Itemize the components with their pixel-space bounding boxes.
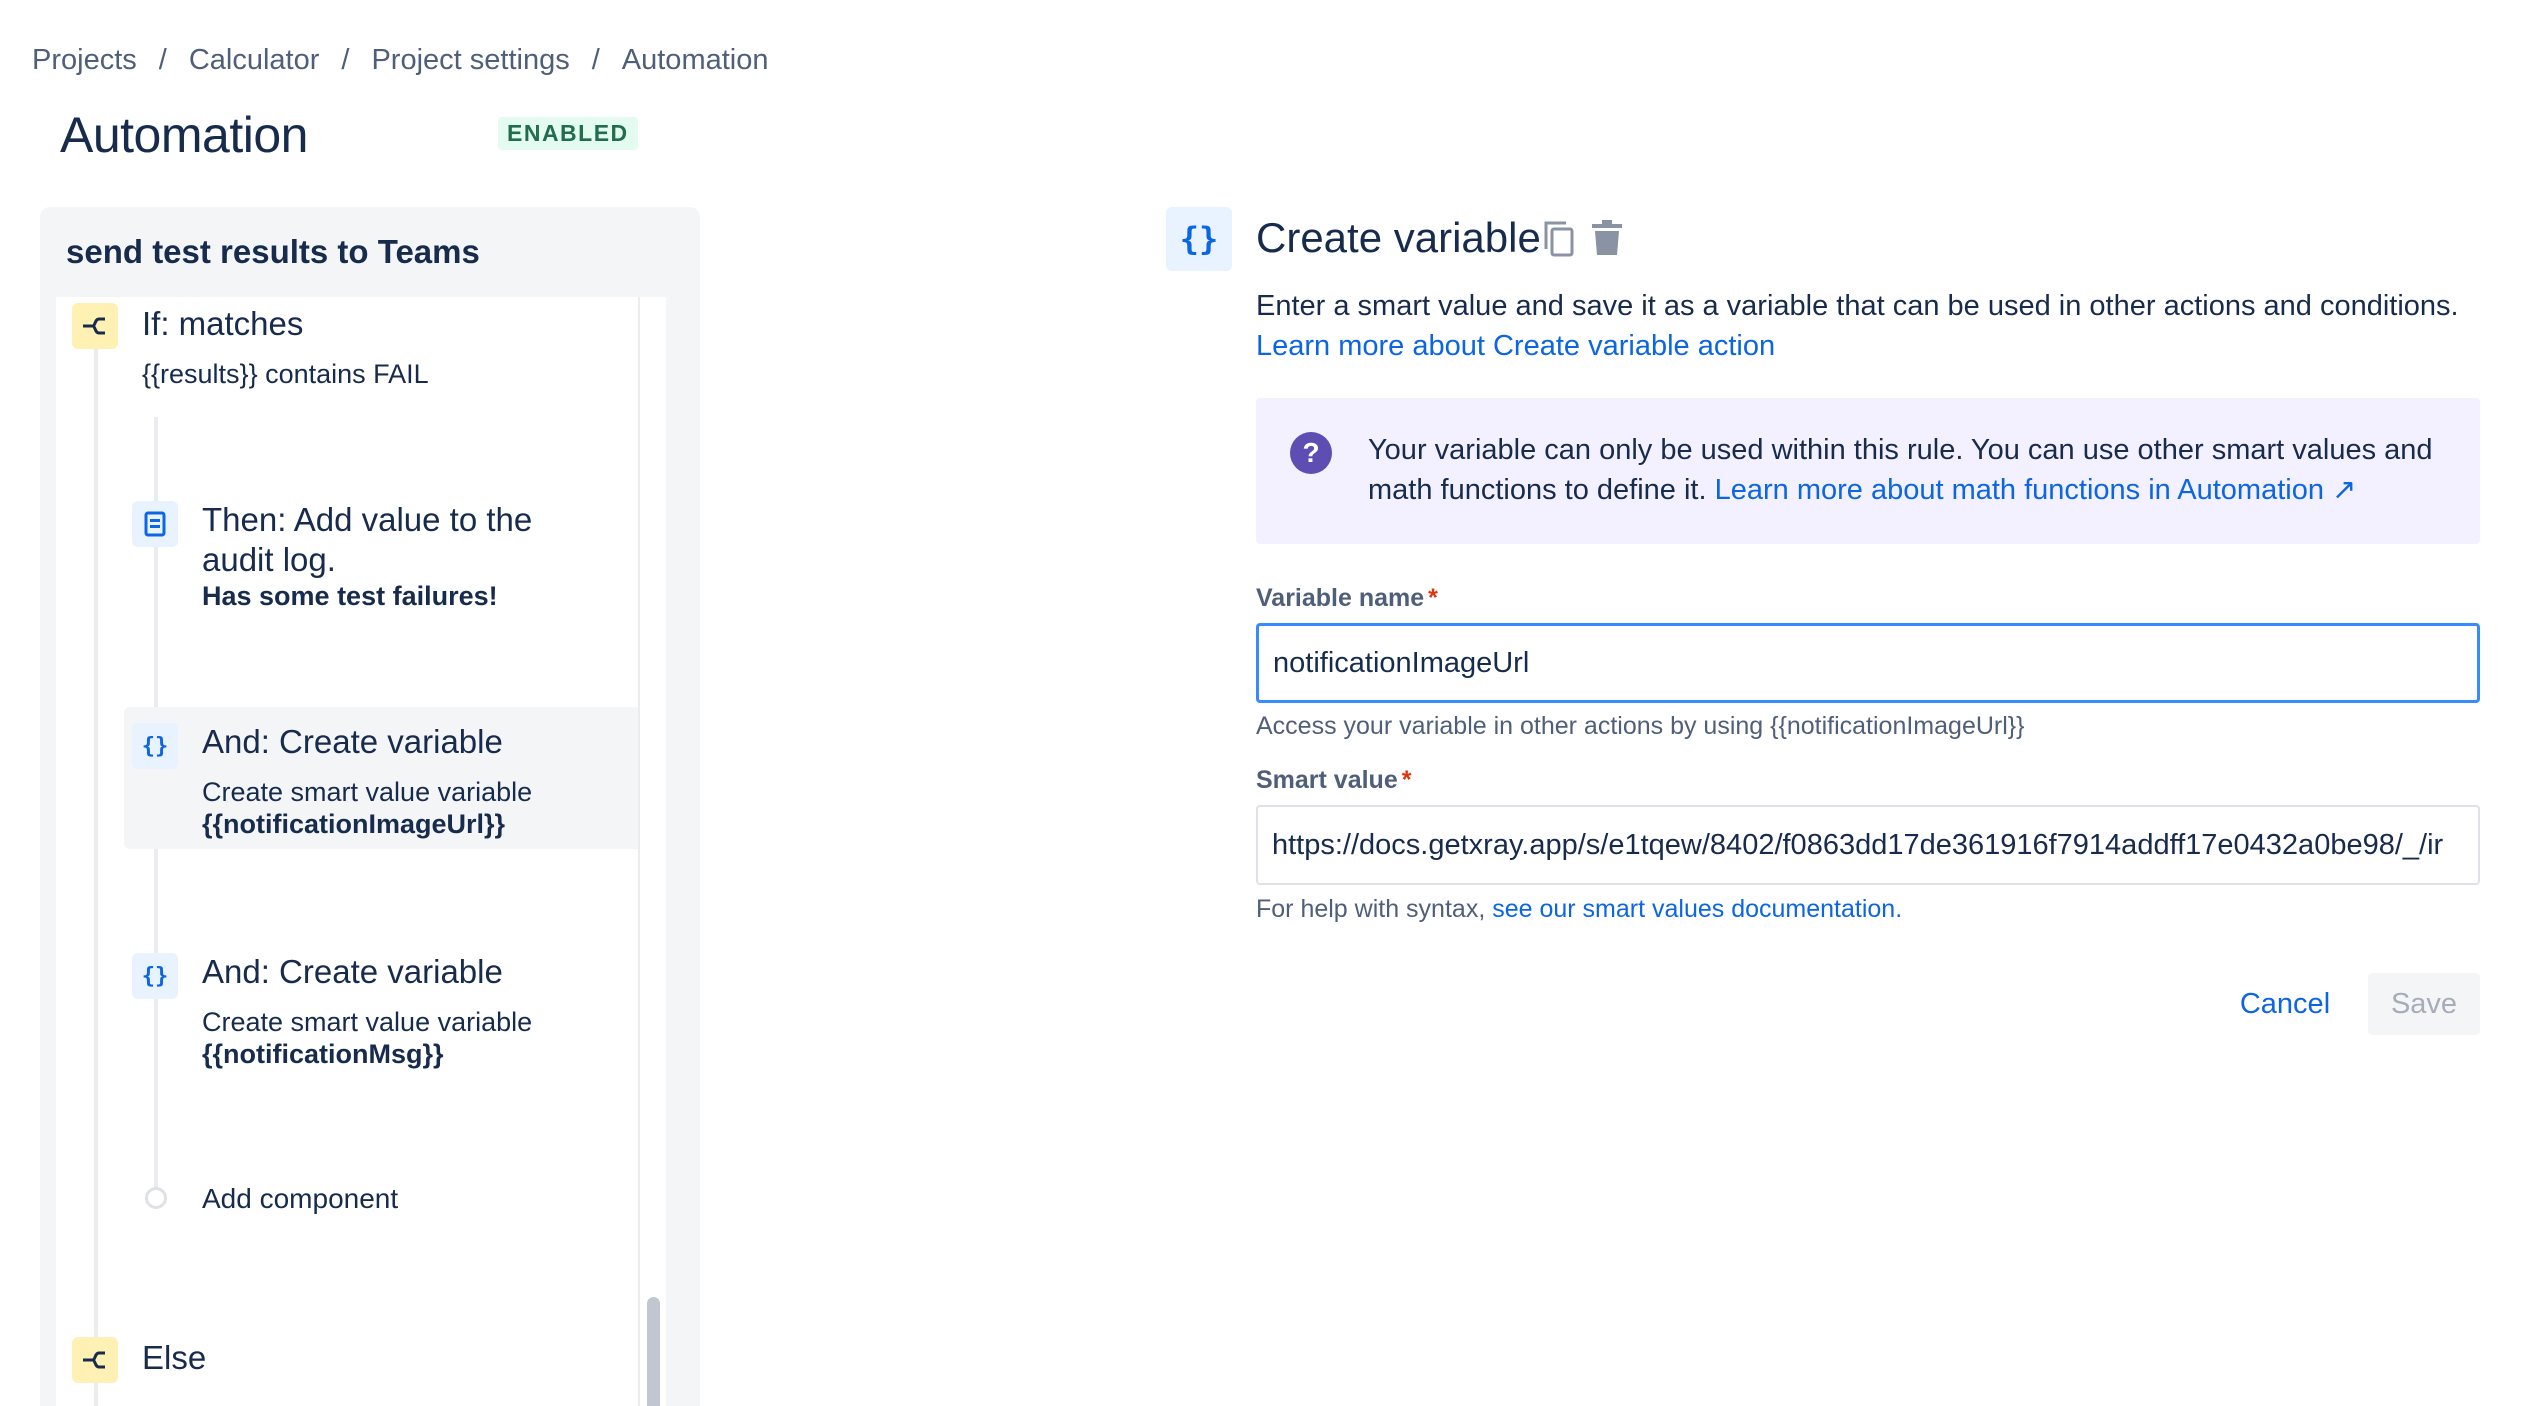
smart-value-input[interactable] [1256,805,2480,885]
step-var2-desc: Create smart value variable [202,1007,533,1037]
branch-icon [72,303,118,349]
learn-more-create-variable-link[interactable]: Learn more about Create variable action [1256,330,1775,363]
branch-icon [72,1337,118,1383]
breadcrumb: Projects / Calculator / Project settings… [32,44,768,77]
question-icon: ? [1290,432,1332,474]
audit-log-icon [132,501,178,547]
learn-more-math-functions-link[interactable]: Learn more about math functions in Autom… [1715,474,2357,506]
detail-title: Create variable [1256,214,1541,261]
curly-braces-icon: {} [132,953,178,999]
step-if-desc: {{results}} contains FAIL [142,359,429,389]
step-var2-variable: {{notificationMsg}} [202,1039,444,1069]
smart-value-help: For help with syntax, see our smart valu… [1256,895,1903,923]
add-component-dot [145,1187,167,1209]
info-panel: ? Your variable can only be used within … [1256,398,2480,544]
rule-name: send test results to Teams [66,233,480,270]
breadcrumb-separator: / [341,44,350,76]
rule-scrollbar[interactable] [638,297,666,1406]
status-badge: ENABLED [498,117,638,150]
step-audit-message: Has some test failures! [202,581,498,611]
breadcrumb-calculator[interactable]: Calculator [189,44,320,77]
breadcrumb-separator: / [591,44,600,76]
rule-panel: send test results to Teams If: matches {… [40,207,700,1406]
step-var1-title[interactable]: And: Create variable [202,723,503,761]
variable-name-help: Access your variable in other actions by… [1256,712,2025,740]
step-else-title[interactable]: Else [142,1339,206,1377]
add-component-button[interactable]: Add component [202,1183,398,1215]
curly-braces-icon: {} [1166,207,1232,271]
required-mark: * [1401,766,1412,794]
trash-icon[interactable] [1590,219,1624,259]
step-var1-desc: Create smart value variable [202,777,533,807]
breadcrumb-projects[interactable]: Projects [32,44,137,77]
curly-braces-icon: {} [132,723,178,769]
cancel-button[interactable]: Cancel [2230,973,2340,1035]
rule-steps: If: matches {{results}} contains FAIL Th… [56,297,666,1406]
required-mark: * [1428,584,1438,612]
save-button[interactable]: Save [2368,973,2480,1035]
scroll-thumb[interactable] [647,1297,660,1406]
step-var1-variable: {{notificationImageUrl}} [202,809,506,839]
step-audit-title[interactable]: Then: Add value to the [202,501,532,539]
smart-values-documentation-link[interactable]: see our smart values documentation. [1492,895,1902,923]
info-message: Your variable can only be used within th… [1368,430,2458,510]
page-title: Automation [60,107,308,163]
step-var2-title[interactable]: And: Create variable [202,953,503,991]
step-if-title[interactable]: If: matches [142,305,303,343]
branch-line [94,347,98,1406]
detail-description: Enter a smart value and save it as a var… [1256,290,2459,322]
breadcrumb-separator: / [158,44,167,76]
variable-name-input[interactable] [1256,623,2480,703]
smart-value-label: Smart value * [1256,766,1412,794]
breadcrumb-automation[interactable]: Automation [622,44,769,77]
step-audit-title[interactable]: audit log. [202,541,336,579]
breadcrumb-project-settings[interactable]: Project settings [371,44,569,77]
copy-icon[interactable] [1542,219,1576,259]
variable-name-label: Variable name * [1256,584,1438,612]
